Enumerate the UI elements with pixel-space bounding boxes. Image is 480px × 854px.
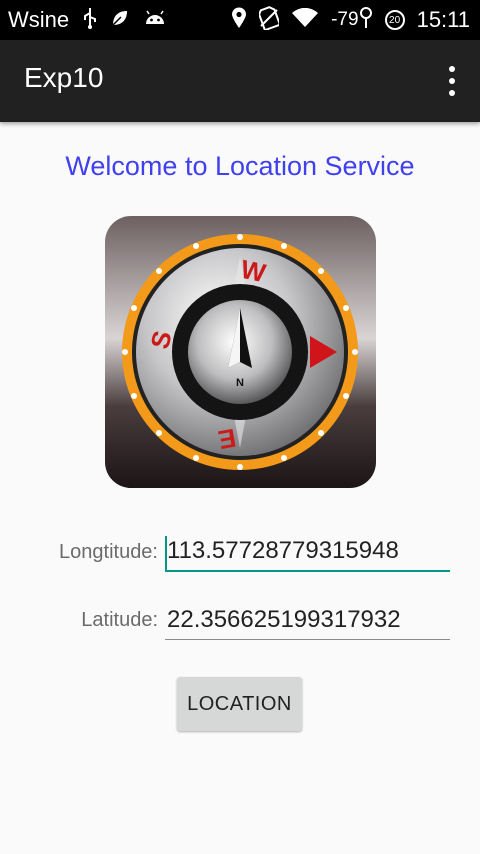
latitude-field[interactable] <box>165 600 450 640</box>
longitude-label: Longtitude: <box>59 541 158 563</box>
wifi-icon <box>291 7 319 33</box>
status-bar: Wsine -79 20 15:11 <box>0 0 480 40</box>
signal-strength: -79 <box>331 9 359 30</box>
more-vert-icon[interactable] <box>446 66 458 96</box>
longitude-field[interactable] <box>165 532 450 572</box>
android-icon <box>143 10 167 31</box>
clock: 15:11 <box>416 7 470 32</box>
app-title: Exp10 <box>24 62 104 93</box>
compass-north-letter: N <box>236 377 244 389</box>
signal-icon <box>359 6 373 34</box>
leaf-icon <box>111 9 129 32</box>
text-cursor <box>165 536 167 570</box>
notification-count-badge: 20 <box>384 10 405 30</box>
no-sim-icon <box>258 5 282 35</box>
location-button[interactable]: LOCATION <box>177 677 302 731</box>
carrier-name: Wsine <box>8 7 70 32</box>
welcome-heading: Welcome to Location Service <box>65 151 415 181</box>
usb-icon <box>83 7 97 34</box>
location-icon <box>231 7 247 34</box>
app-bar: Exp10 <box>0 40 480 122</box>
latitude-label: Latitude: <box>81 609 158 631</box>
compass-image: N W S E <box>105 216 376 488</box>
